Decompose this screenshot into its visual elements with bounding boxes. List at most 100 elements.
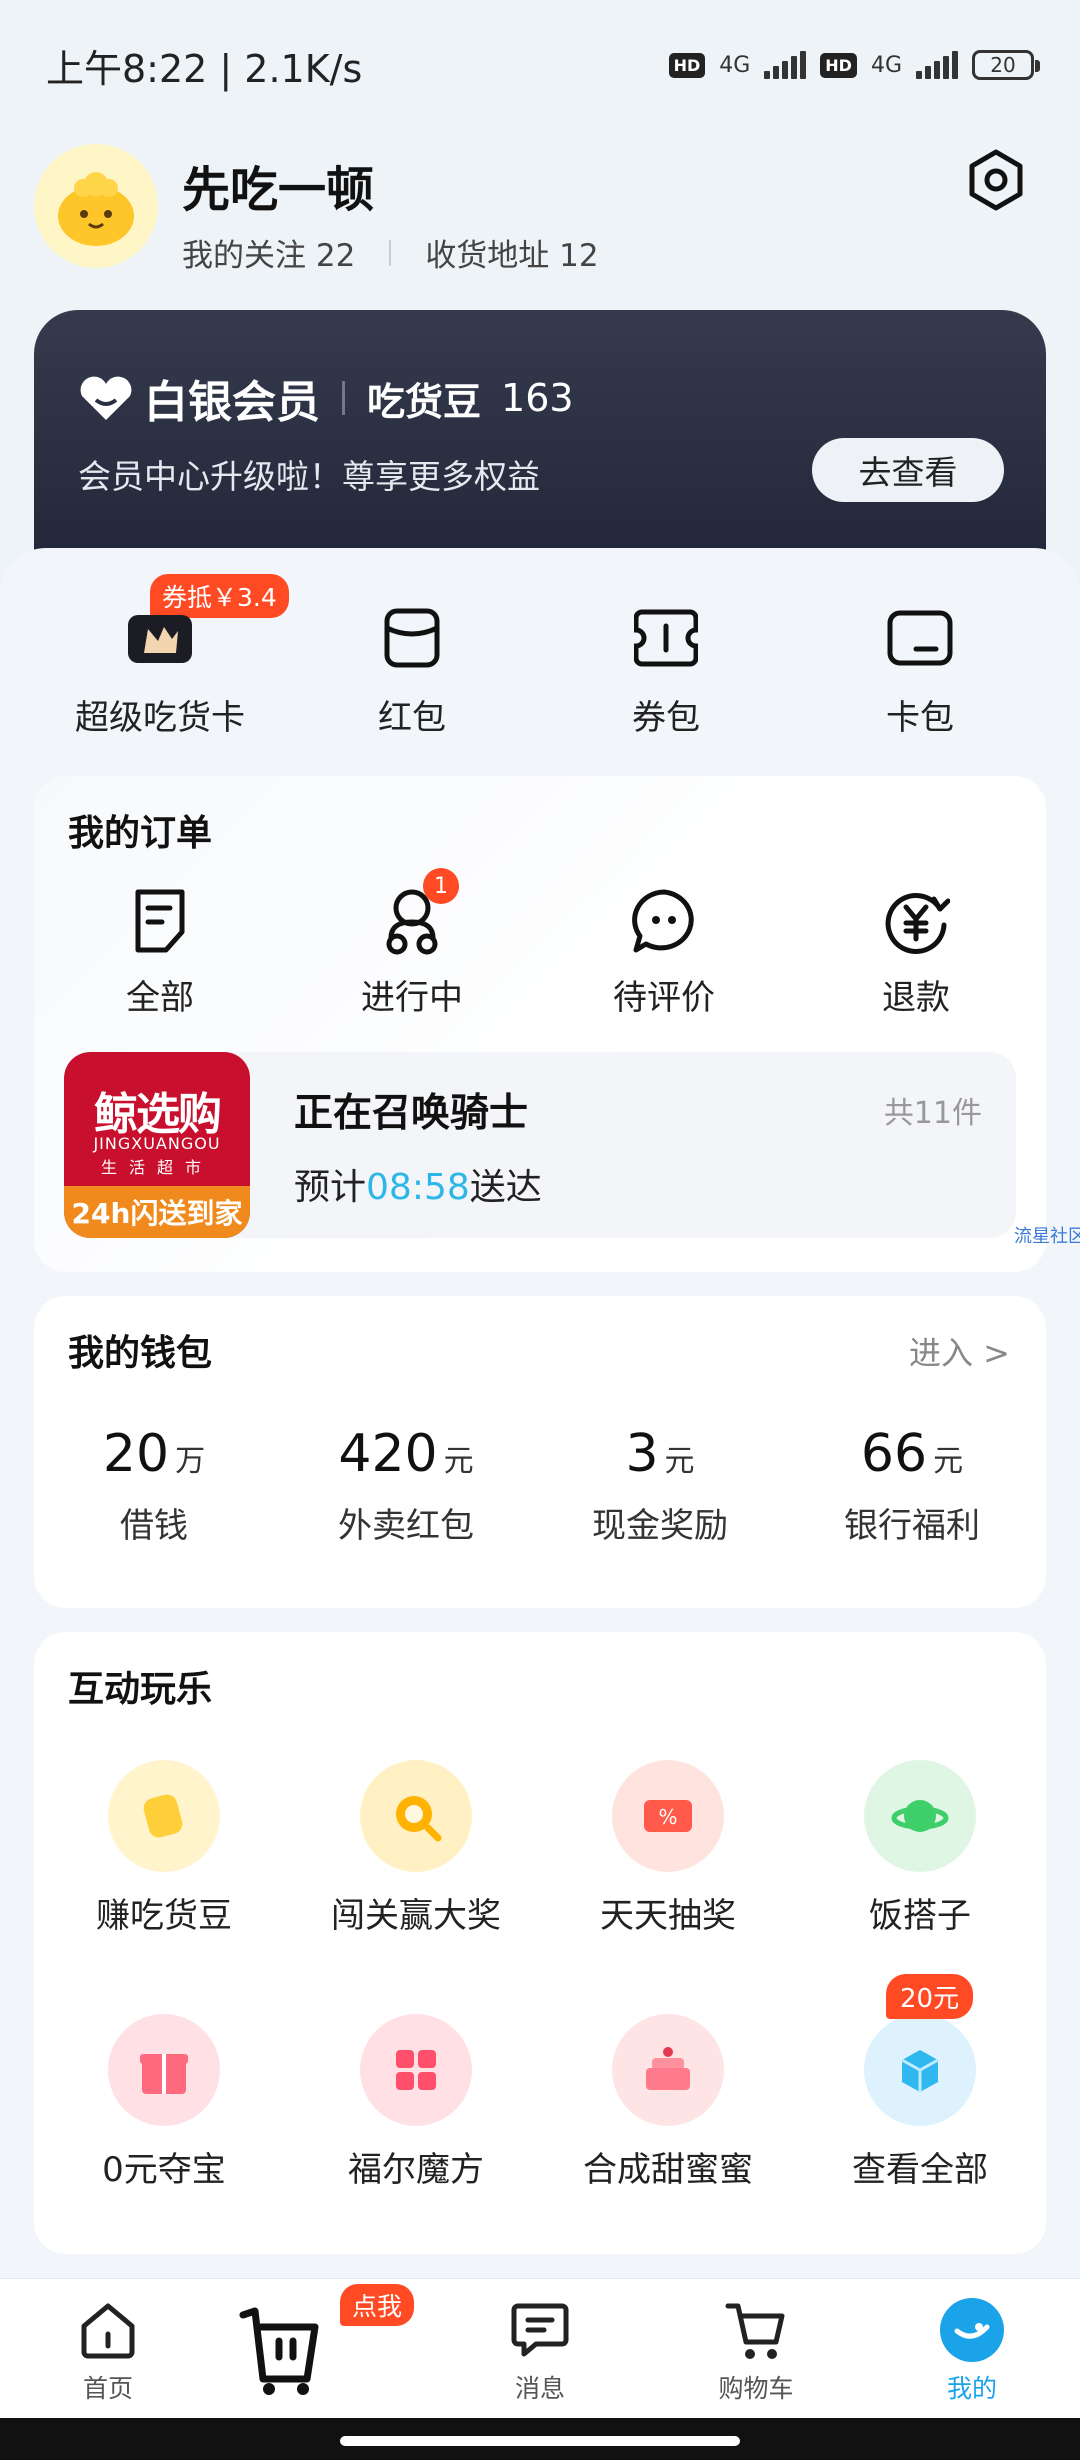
wallet-unit: 元 — [933, 1444, 964, 1479]
wallet-label: 外卖红包 — [338, 1506, 474, 1546]
play-title: 互动玩乐 — [68, 1669, 213, 1710]
tab-profile[interactable]: 我的 — [892, 2297, 1052, 2405]
wallet-item-bank-benefit[interactable]: 66 元 银行福利 — [792, 1424, 1032, 1547]
shop-logo-sub: 生活超市 — [100, 1158, 213, 1177]
profile-header: 先吃一顿 我的关注 22 收货地址 12 — [34, 144, 1046, 274]
quick-item-label: 红包 — [378, 698, 446, 738]
home-icon — [75, 2297, 141, 2363]
play-item-magnifier[interactable]: 闯关赢大奖 — [296, 1760, 536, 1937]
follow-link[interactable]: 我的关注 22 — [182, 230, 355, 275]
play-item-box[interactable]: 查看全部 — [800, 2014, 1040, 2191]
box-icon — [864, 2014, 976, 2126]
play-item-bean[interactable]: 赚吃货豆 — [44, 1760, 284, 1937]
card-icon — [885, 608, 955, 668]
shop-logo-slogan: 24h闪送到家 — [64, 1186, 250, 1238]
bean-label: 吃货豆 — [367, 379, 482, 424]
view-member-button[interactable]: 去查看 — [812, 438, 1004, 502]
status-time: 上午8:22 | 2.1K/s — [46, 46, 363, 91]
wallet-label: 借钱 — [120, 1506, 188, 1546]
play-item-label: 福尔魔方 — [348, 2150, 484, 2190]
red-packet-icon — [377, 608, 447, 668]
wallet-item-takeout-packet[interactable]: 420 元 外卖红包 — [286, 1424, 526, 1547]
order-tab-refund[interactable]: 退款 — [806, 886, 1026, 1019]
order-status-card[interactable]: 鲸选购 JINGXUANGOU 生活超市 24h闪送到家 正在召唤骑士 共11件… — [64, 1052, 1016, 1238]
play-item-ticket[interactable]: % 天天抽奖 — [548, 1760, 788, 1937]
click-me-badge: 点我 — [340, 2284, 415, 2326]
bun-mascot-icon — [58, 172, 134, 246]
play-item-label: 合成甜蜜蜜 — [583, 2150, 753, 2190]
play-item-label: 天天抽奖 — [600, 1896, 736, 1936]
status-bar: 上午8:22 | 2.1K/s HD 4G HD 4G 20 — [0, 0, 1080, 130]
wallet-item-cash-reward[interactable]: 3元 现金奖励 — [540, 1424, 780, 1547]
tab-messages[interactable]: 消息 — [460, 2297, 620, 2405]
quick-item-label: 超级吃货卡 — [75, 698, 245, 738]
tab-home[interactable]: 首页 — [28, 2297, 188, 2405]
svg-text:%: % — [658, 1805, 677, 1829]
quick-item-card[interactable]: 卡包 — [810, 608, 1030, 739]
order-tab-label: 退款 — [882, 978, 950, 1018]
order-tab-in-progress[interactable]: 1 进行中 — [302, 868, 522, 1019]
network-type: 4G — [719, 52, 751, 78]
tab-basket[interactable] — [200, 2299, 360, 2399]
wallet-value: 420 — [338, 1424, 438, 1484]
signal-icon — [764, 51, 807, 79]
quick-item-label: 券包 — [632, 698, 700, 738]
play-item-label: 闯关赢大奖 — [331, 1896, 501, 1936]
settings-button[interactable] — [960, 144, 1032, 216]
settings-icon — [969, 149, 1023, 211]
cube-icon — [360, 2014, 472, 2126]
order-item-count: 共11件 — [883, 1096, 982, 1131]
hd-icon: HD — [668, 52, 706, 78]
home-indicator[interactable] — [340, 2436, 740, 2446]
address-link[interactable]: 收货地址 12 — [425, 230, 598, 275]
signal-icon — [916, 51, 958, 79]
play-item-planet[interactable]: 饭搭子 — [800, 1760, 1040, 1937]
chat-icon — [629, 886, 699, 956]
order-eta: 预计08:58送达 — [294, 1167, 542, 1208]
wallet-label: 银行福利 — [844, 1506, 980, 1546]
play-item-label: 0元夺宝 — [102, 2150, 226, 2190]
wallet-card: 我的钱包 进入 > 20 万 借钱 420 元 外卖红包 3元 现金奖励 66 元 银… — [34, 1296, 1046, 1608]
shop-logo-en: JINGXUANGOU — [93, 1134, 221, 1153]
play-item-cake[interactable]: 合成甜蜜蜜 — [548, 2014, 788, 2191]
message-icon — [507, 2297, 573, 2363]
eta-time: 08:58 — [366, 1167, 470, 1208]
wallet-enter-link[interactable]: 进入 > — [909, 1328, 1010, 1374]
network-type: 4G — [870, 52, 902, 78]
quick-item-super-card[interactable]: 超级吃货卡 — [50, 608, 270, 739]
avatar[interactable] — [34, 144, 158, 268]
cake-icon — [612, 2014, 724, 2126]
quick-item-coupon[interactable]: 券包 — [556, 608, 776, 739]
bean-value: 163 — [501, 376, 574, 420]
battery-icon: 20 — [972, 50, 1040, 80]
order-tab-label: 全部 — [126, 978, 194, 1018]
tab-cart[interactable]: 购物车 — [676, 2297, 836, 2405]
username[interactable]: 先吃一顿 — [182, 150, 374, 220]
tab-label: 首页 — [82, 2374, 133, 2403]
shop-logo: 鲸选购 JINGXUANGOU 生活超市 24h闪送到家 — [64, 1052, 250, 1238]
cart-icon — [723, 2297, 789, 2363]
refund-icon — [881, 886, 951, 956]
side-community-tag[interactable]: 流星社区 — [1014, 1222, 1080, 1248]
document-icon — [125, 886, 195, 956]
tab-label: 我的 — [946, 2374, 997, 2403]
member-heart-icon — [80, 376, 132, 420]
status-icons: HD 4G HD 4G 20 — [668, 50, 1040, 80]
quick-item-red-packet[interactable]: 红包 — [302, 608, 522, 739]
order-tab-review[interactable]: 待评价 — [554, 886, 774, 1019]
member-subtitle: 会员中心升级啦！尊享更多权益 — [78, 457, 540, 496]
member-card[interactable]: 白银会员 吃货豆 163 会员中心升级啦！尊享更多权益 去查看 — [34, 310, 1046, 560]
wallet-unit: 万 — [175, 1444, 206, 1479]
play-item-gift[interactable]: 0元夺宝 — [44, 2014, 284, 2191]
wallet-value: 20 — [102, 1424, 170, 1484]
magnifier-icon — [360, 1760, 472, 1872]
order-tab-all[interactable]: 全部 — [50, 886, 270, 1019]
delivery-icon: 1 — [377, 868, 459, 956]
order-status-title: 正在召唤骑士 — [294, 1091, 529, 1136]
follow-row: 我的关注 22 收货地址 12 — [182, 230, 599, 275]
super-card-icon — [125, 608, 195, 668]
wallet-value: 3 — [625, 1424, 659, 1484]
view-all-badge: 20元 — [886, 1974, 974, 2019]
wallet-item-loan[interactable]: 20 万 借钱 — [34, 1424, 274, 1547]
play-item-cube[interactable]: 福尔魔方 — [296, 2014, 536, 2191]
